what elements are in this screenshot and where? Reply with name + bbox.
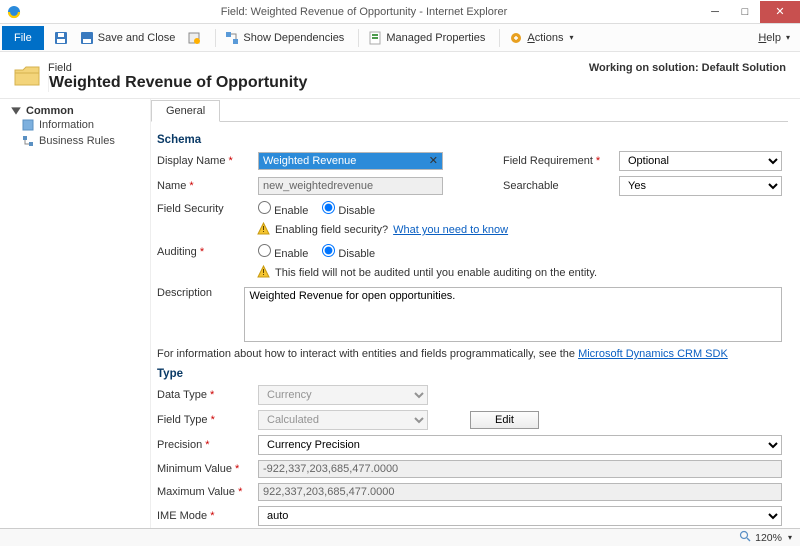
label-searchable: Searchable [503, 180, 613, 192]
minimize-button[interactable]: ─ [700, 1, 730, 23]
dependencies-icon [225, 31, 239, 45]
new-button[interactable] [181, 28, 207, 48]
label-auditing: Auditing [157, 246, 252, 258]
chevron-down-icon[interactable]: ▾ [788, 533, 792, 542]
field-requirement-select[interactable]: Optional [619, 151, 782, 171]
new-icon [187, 31, 201, 45]
actions-icon [509, 31, 523, 45]
auditing-enable[interactable]: Enable [258, 244, 308, 260]
show-dependencies-button[interactable]: Show Dependencies [219, 28, 350, 48]
clear-icon[interactable]: ✕ [429, 154, 438, 167]
maximize-button[interactable]: □ [730, 1, 760, 23]
data-type-select: Currency [258, 385, 428, 405]
field-security-disable[interactable]: Disable [322, 201, 375, 217]
save-and-close-button[interactable]: Save and Close [74, 28, 182, 48]
save-icon [54, 31, 68, 45]
close-button[interactable]: ✕ [760, 1, 800, 23]
label-field-security: Field Security [157, 203, 252, 215]
chevron-down-icon: ▾ [569, 33, 573, 42]
description-field[interactable]: Weighted Revenue for open opportunities. [244, 287, 782, 342]
section-type: Type [157, 368, 782, 380]
tabstrip: General [151, 99, 788, 122]
field-security-hint: Enabling field security? What you need t… [257, 222, 782, 238]
ime-mode-select[interactable]: auto [258, 506, 782, 526]
managed-properties-button[interactable]: Managed Properties [362, 28, 491, 48]
sidebar-item-information[interactable]: Information [10, 117, 140, 133]
chevron-down-icon: ▾ [786, 33, 790, 42]
page-header: Field Weighted Revenue of Opportunity Wo… [0, 52, 800, 99]
section-schema: Schema [157, 134, 782, 146]
status-bar: 120% ▾ [0, 528, 800, 546]
field-security-enable[interactable]: Enable [258, 201, 308, 217]
sidebar-item-business-rules[interactable]: Business Rules [10, 133, 140, 149]
label-field-requirement: Field Requirement [503, 155, 613, 167]
label-data-type: Data Type [157, 389, 252, 401]
auditing-disable[interactable]: Disable [322, 244, 375, 260]
toolbar: File Save and Close Show Dependencies Ma… [0, 24, 800, 52]
file-menu[interactable]: File [2, 26, 44, 50]
minimum-value-field [258, 460, 782, 478]
info-icon [22, 119, 34, 131]
maximum-value-field [258, 483, 782, 501]
label-ime-mode: IME Mode [157, 510, 252, 522]
precision-select[interactable]: Currency Precision [258, 435, 782, 455]
save-button[interactable] [48, 28, 74, 48]
actions-menu[interactable]: AActionsctions▾ [503, 28, 579, 48]
warning-icon [257, 222, 270, 238]
solution-label: Working on solution: Default Solution [589, 62, 786, 92]
display-name-field[interactable] [258, 152, 443, 170]
auditing-hint: This field will not be audited until you… [257, 265, 782, 281]
save-close-icon [80, 31, 94, 45]
folder-icon [14, 65, 40, 87]
name-field[interactable] [258, 177, 443, 195]
breadcrumb: Field [48, 62, 319, 74]
label-precision: Precision [157, 439, 252, 451]
rules-icon [22, 135, 34, 147]
zoom-level[interactable]: 120% [755, 532, 782, 544]
zoom-icon [739, 530, 751, 545]
label-description: Description [157, 287, 238, 299]
sidebar-common[interactable]: Common [10, 105, 140, 117]
label-display-name: Display Name [157, 155, 252, 167]
sdk-link[interactable]: Microsoft Dynamics CRM SDK [578, 348, 728, 360]
label-min-value: Minimum Value [157, 463, 252, 475]
edit-button[interactable]: Edit [470, 411, 539, 429]
properties-icon [368, 31, 382, 45]
window-titlebar: Field: Weighted Revenue of Opportunity -… [0, 0, 800, 24]
warning-icon [257, 265, 270, 281]
ie-icon [6, 4, 22, 20]
label-max-value: Maximum Value [157, 486, 252, 498]
sdk-info: For information about how to interact wi… [157, 348, 782, 360]
label-field-type: Field Type [157, 414, 252, 426]
window-title: Field: Weighted Revenue of Opportunity -… [28, 6, 700, 18]
searchable-select[interactable]: Yes [619, 176, 782, 196]
help-menu[interactable]: ?Help▾ [755, 32, 798, 44]
security-info-link[interactable]: What you need to know [393, 224, 508, 236]
sidebar: Common Information Business Rules [0, 99, 150, 531]
label-name: Name [157, 180, 252, 192]
page-title: Weighted Revenue of Opportunity [48, 74, 319, 92]
field-type-select: Calculated [258, 410, 428, 430]
tab-general[interactable]: General [151, 100, 220, 122]
